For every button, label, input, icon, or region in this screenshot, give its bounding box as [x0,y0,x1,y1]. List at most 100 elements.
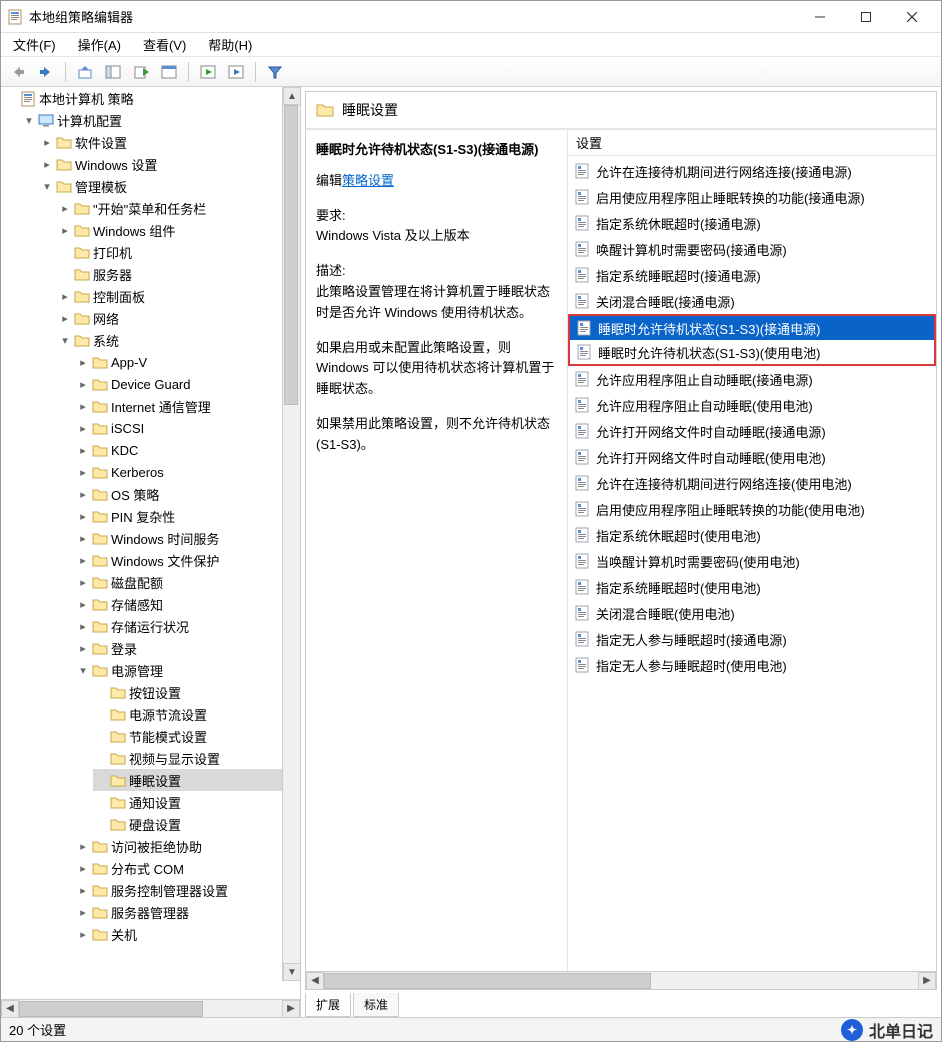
tab-standard[interactable]: 标准 [353,993,399,1017]
settings-list-item[interactable]: 允许应用程序阻止自动睡眠(接通电源) [568,366,936,392]
tree-servers[interactable]: 服务器 [57,263,300,285]
tree-expander-icon[interactable]: ▾ [23,114,35,127]
settings-list-item[interactable]: 启用使应用程序阻止睡眠转换的功能(接通电源) [568,184,936,210]
tree-expander-icon[interactable]: ▸ [59,312,71,325]
settings-list-item[interactable]: 允许打开网络文件时自动睡眠(使用电池) [568,444,936,470]
tree-expander-icon[interactable]: ▸ [77,378,89,391]
close-button[interactable] [889,1,935,32]
tree-expander-icon[interactable]: ▾ [41,180,53,193]
tree-expander-icon[interactable]: ▸ [59,202,71,215]
settings-list-item[interactable]: 睡眠时允许待机状态(S1-S3)(使用电池) [568,340,936,366]
tree-power-child[interactable]: 硬盘设置 [93,813,300,835]
tree-control-panel[interactable]: ▸控制面板 [57,285,300,307]
tree-power-child[interactable]: 通知设置 [93,791,300,813]
tree-horizontal-scrollbar[interactable]: ◀ ▶ [1,999,300,1017]
tree-power-management[interactable]: ▾电源管理 [75,659,300,681]
settings-list-item[interactable]: 指定系统休眠超时(接通电源) [568,210,936,236]
scroll-right-button[interactable]: ▶ [918,972,936,990]
tree-software-settings[interactable]: ▸软件设置 [39,131,300,153]
edit-policy-link[interactable]: 策略设置 [342,173,394,188]
tree-system-child[interactable]: ▸分布式 COM [75,857,300,879]
show-hide-tree-button[interactable] [102,61,124,83]
tree-power-child[interactable]: 视频与显示设置 [93,747,300,769]
tree-expander-icon[interactable]: ▾ [59,334,71,347]
tab-extended[interactable]: 扩展 [305,993,351,1017]
settings-list-item[interactable]: 允许在连接待机期间进行网络连接(接通电源) [568,158,936,184]
tree-expander-icon[interactable]: ▸ [77,400,89,413]
tree-system-child[interactable]: ▸Kerberos [75,461,300,483]
minimize-button[interactable] [797,1,843,32]
tree-expander-icon[interactable]: ▸ [77,576,89,589]
tree-system-child[interactable]: ▸OS 策略 [75,483,300,505]
refresh-button[interactable] [197,61,219,83]
tree-expander-icon[interactable]: ▸ [77,466,89,479]
settings-list-item[interactable]: 指定无人参与睡眠超时(使用电池) [568,652,936,678]
menu-help[interactable]: 帮助(H) [202,33,258,56]
settings-list-item[interactable]: 睡眠时允许待机状态(S1-S3)(接通电源) [568,314,936,340]
tree-admin-templates[interactable]: ▾管理模板 [39,175,300,197]
tree-expander-icon[interactable]: ▸ [77,840,89,853]
nav-back-button[interactable] [7,61,29,83]
tree-power-child[interactable]: 电源节流设置 [93,703,300,725]
tree-expander-icon[interactable]: ▸ [77,862,89,875]
list-horizontal-scrollbar[interactable]: ◀ ▶ [306,971,936,989]
tree-expander-icon[interactable]: ▸ [77,620,89,633]
tree-expander-icon[interactable]: ▸ [77,532,89,545]
scroll-up-button[interactable]: ▲ [283,87,300,105]
tree-expander-icon[interactable]: ▸ [59,290,71,303]
tree-expander-icon[interactable]: ▸ [41,158,53,171]
tree-expander-icon[interactable]: ▸ [77,422,89,435]
properties-button[interactable] [158,61,180,83]
settings-list-item[interactable]: 允许打开网络文件时自动睡眠(接通电源) [568,418,936,444]
tree-sleep-settings[interactable]: 睡眠设置 [93,769,300,791]
tree-system-child[interactable]: ▸iSCSI [75,417,300,439]
tree-start-taskbar[interactable]: ▸"开始"菜单和任务栏 [57,197,300,219]
console-tree[interactable]: 本地计算机 策略▾计算机配置▸软件设置▸Windows 设置▾管理模板▸"开始"… [1,87,300,945]
tree-system-child[interactable]: ▸服务控制管理器设置 [75,879,300,901]
tree-expander-icon[interactable]: ▸ [77,928,89,941]
settings-list-item[interactable]: 指定系统睡眠超时(使用电池) [568,574,936,600]
tree-expander-icon[interactable]: ▸ [77,510,89,523]
scroll-left-button[interactable]: ◀ [306,972,324,990]
tree-system-child[interactable]: ▸磁盘配额 [75,571,300,593]
settings-list[interactable]: 允许在连接待机期间进行网络连接(接通电源)启用使应用程序阻止睡眠转换的功能(接通… [568,156,936,680]
tree-system-child[interactable]: ▸Windows 时间服务 [75,527,300,549]
tree-expander-icon[interactable]: ▸ [77,488,89,501]
tree-expander-icon[interactable]: ▸ [41,136,53,149]
settings-list-item[interactable]: 指定无人参与睡眠超时(接通电源) [568,626,936,652]
list-column-header[interactable]: 设置 [568,130,936,156]
tree-system-child[interactable]: ▸登录 [75,637,300,659]
nav-forward-button[interactable] [35,61,57,83]
tree-system-child[interactable]: ▸服务器管理器 [75,901,300,923]
tree-system[interactable]: ▾系统 [57,329,300,351]
tree-power-child[interactable]: 按钮设置 [93,681,300,703]
menu-view[interactable]: 查看(V) [137,33,192,56]
tree-expander-icon[interactable]: ▸ [77,906,89,919]
scroll-right-button[interactable]: ▶ [282,1000,300,1018]
tree-system-child[interactable]: ▸Device Guard [75,373,300,395]
tree-expander-icon[interactable]: ▸ [77,884,89,897]
tree-expander-icon[interactable]: ▸ [77,444,89,457]
help-button[interactable] [225,61,247,83]
tree-system-child[interactable]: ▸Windows 文件保护 [75,549,300,571]
tree-system-child[interactable]: ▸KDC [75,439,300,461]
tree-windows-components[interactable]: ▸Windows 组件 [57,219,300,241]
tree-windows-settings[interactable]: ▸Windows 设置 [39,153,300,175]
tree-system-child[interactable]: ▸Internet 通信管理 [75,395,300,417]
tree-system-child[interactable]: ▸关机 [75,923,300,945]
tree-system-child[interactable]: ▸存储运行状况 [75,615,300,637]
tree-computer-config[interactable]: ▾计算机配置 [21,109,300,131]
export-button[interactable] [130,61,152,83]
tree-expander-icon[interactable]: ▸ [59,224,71,237]
maximize-button[interactable] [843,1,889,32]
up-button[interactable] [74,61,96,83]
filter-button[interactable] [264,61,286,83]
menu-file[interactable]: 文件(F) [7,33,62,56]
menu-action[interactable]: 操作(A) [72,33,127,56]
tree-printers[interactable]: 打印机 [57,241,300,263]
settings-list-item[interactable]: 当唤醒计算机时需要密码(使用电池) [568,548,936,574]
settings-list-item[interactable]: 允许应用程序阻止自动睡眠(使用电池) [568,392,936,418]
settings-list-item[interactable]: 启用使应用程序阻止睡眠转换的功能(使用电池) [568,496,936,522]
settings-list-item[interactable]: 指定系统睡眠超时(接通电源) [568,262,936,288]
tree-expander-icon[interactable]: ▸ [77,598,89,611]
